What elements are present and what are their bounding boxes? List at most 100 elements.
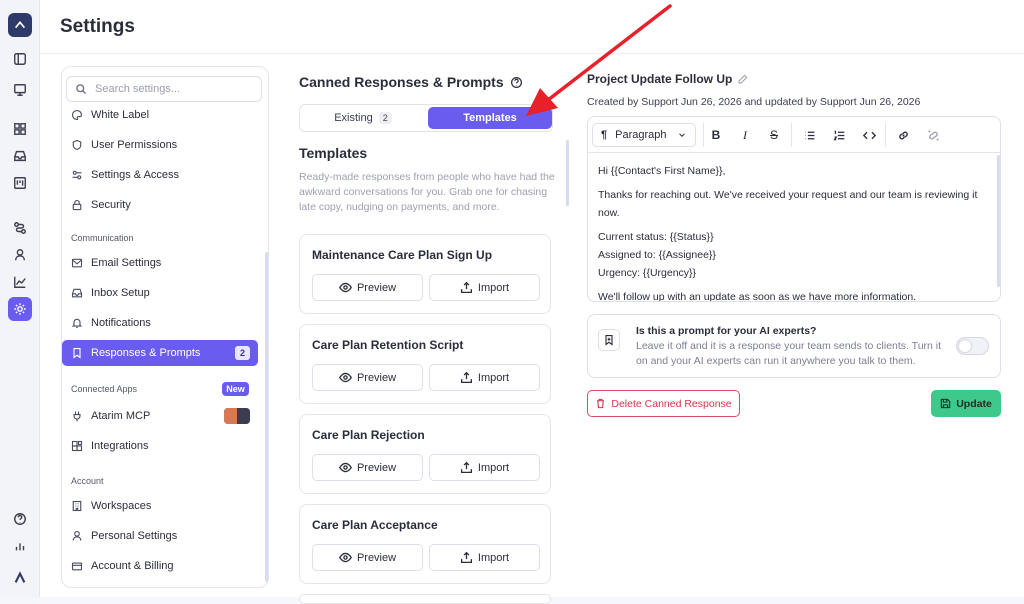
sidebar-item-label: Email Settings xyxy=(91,257,162,269)
delete-canned-response-button[interactable]: Delete Canned Response xyxy=(587,390,740,417)
sidebar-item-workspaces[interactable]: Workspaces xyxy=(62,494,268,518)
upload-icon xyxy=(460,371,472,384)
gear-icon[interactable] xyxy=(8,297,32,321)
preview-button[interactable]: Preview xyxy=(312,274,423,301)
body-greeting: Hi {{Contact's First Name}}, xyxy=(598,165,726,177)
claude-icon xyxy=(224,408,237,424)
toggle-knob xyxy=(959,340,971,352)
sidebar-item-label: Personal Settings xyxy=(91,530,178,542)
tab-existing-label: Existing xyxy=(334,112,373,124)
plug-icon xyxy=(73,411,81,422)
link-button[interactable] xyxy=(895,127,911,143)
route-icon[interactable] xyxy=(8,216,32,240)
preview-button[interactable]: Preview xyxy=(312,454,423,481)
sidebar-item-label: Atarim MCP xyxy=(91,410,151,422)
openai-icon xyxy=(237,408,250,424)
response-title-text: Project Update Follow Up xyxy=(587,72,733,86)
sidebar-item-label: Workspaces xyxy=(91,500,152,512)
app-logo-icon[interactable] xyxy=(8,13,32,37)
preview-label: Preview xyxy=(356,281,397,294)
bell-icon xyxy=(71,318,83,329)
grid-icon[interactable] xyxy=(8,117,32,141)
bullet-list-button[interactable] xyxy=(801,127,817,143)
italic-button[interactable]: I xyxy=(737,127,753,143)
inbox-icon xyxy=(71,288,83,298)
sidebar-item-integrations[interactable]: Integrations xyxy=(62,434,268,458)
puzzle-icon xyxy=(71,440,83,452)
shield-icon xyxy=(72,139,82,151)
numbered-list-icon xyxy=(832,130,844,140)
preview-button[interactable]: Preview xyxy=(312,544,423,571)
canned-responses-heading: Canned Responses & Prompts xyxy=(299,74,523,90)
preview-label: Preview xyxy=(356,461,397,474)
template-card: Care Plan Acceptance Preview Import xyxy=(299,504,551,584)
import-label: Import xyxy=(477,371,510,384)
ai-prompt-toggle[interactable] xyxy=(956,337,989,355)
sidebar-scrollbar[interactable] xyxy=(265,252,268,582)
template-title: Care Plan Rejection xyxy=(312,428,425,442)
import-label: Import xyxy=(477,281,510,294)
tab-existing[interactable]: Existing 2 xyxy=(302,107,424,129)
sidebar-item-label: Settings & Access xyxy=(91,169,180,181)
upload-icon xyxy=(460,281,472,294)
inbox-icon[interactable] xyxy=(8,144,32,168)
settings-sidebar: Search settings... White Label User Perm… xyxy=(61,66,269,588)
chevron-down-icon xyxy=(679,133,685,137)
bar-chart-icon[interactable] xyxy=(8,534,32,558)
preview-label: Preview xyxy=(356,371,397,384)
sidebar-item-settings-access[interactable]: Settings & Access xyxy=(62,163,268,187)
preview-button[interactable]: Preview xyxy=(312,364,423,391)
sidebar-item-account-billing[interactable]: Account & Billing xyxy=(62,554,268,578)
sidebar-item-user-permissions[interactable]: User Permissions xyxy=(62,133,268,157)
icon-rail xyxy=(0,0,40,597)
sidebar-item-responses-prompts[interactable]: Responses & Prompts 2 xyxy=(62,340,258,366)
sidebar-item-label: Inbox Setup xyxy=(91,287,150,299)
editor-content[interactable]: Hi {{Contact's First Name}}, Thanks for … xyxy=(588,153,1000,301)
sidebar-item-personal-settings[interactable]: Personal Settings xyxy=(62,524,268,548)
lock-icon xyxy=(72,199,82,211)
palette-icon xyxy=(71,109,83,121)
tab-templates[interactable]: Templates xyxy=(428,107,552,129)
section-communication: Communication xyxy=(71,233,134,243)
unlink-button[interactable] xyxy=(925,127,941,143)
user-icon[interactable] xyxy=(8,243,32,267)
update-button[interactable]: Update xyxy=(931,390,1001,417)
templates-scrollbar[interactable] xyxy=(566,140,569,206)
editor-toolbar: ¶ Paragraph B I S xyxy=(588,117,1000,153)
sidebar-item-label: Responses & Prompts xyxy=(91,347,201,359)
board-icon[interactable] xyxy=(8,171,32,195)
sidebar-item-notifications[interactable]: Notifications xyxy=(62,311,268,335)
response-editor: ¶ Paragraph B I S Hi {{Contact's First N… xyxy=(587,116,1001,302)
computer-icon[interactable] xyxy=(8,78,32,102)
editor-scrollbar[interactable] xyxy=(997,155,1000,287)
sidebar-item-label: Security xyxy=(91,199,131,211)
chart-icon[interactable] xyxy=(8,270,32,294)
search-settings-input[interactable]: Search settings... xyxy=(66,76,262,102)
code-button[interactable] xyxy=(861,127,877,143)
sidebar-item-white-label[interactable]: White Label xyxy=(62,103,268,127)
import-label: Import xyxy=(477,461,510,474)
template-title: Maintenance Care Plan Sign Up xyxy=(312,248,493,262)
sidebar-item-email-settings[interactable]: Email Settings xyxy=(62,251,268,275)
toolbar-divider xyxy=(703,123,704,147)
import-button[interactable]: Import xyxy=(429,364,540,391)
pencil-icon[interactable] xyxy=(737,74,748,85)
paragraph-select[interactable]: ¶ Paragraph xyxy=(592,123,696,147)
import-button[interactable]: Import xyxy=(429,544,540,571)
brand-icon[interactable] xyxy=(8,566,32,590)
responses-tabs: Existing 2 Templates xyxy=(299,104,553,132)
help-icon[interactable] xyxy=(8,507,32,531)
eye-icon xyxy=(338,372,352,383)
import-button[interactable]: Import xyxy=(429,274,540,301)
sidebar-toggle-icon[interactable] xyxy=(8,47,32,71)
ai-prompt-question: Is this a prompt for your AI experts? xyxy=(636,325,817,337)
bold-button[interactable]: B xyxy=(708,127,724,143)
bookmark-plus-icon xyxy=(598,329,620,351)
help-circle-icon[interactable] xyxy=(510,76,523,89)
sidebar-item-security[interactable]: Security xyxy=(62,193,268,217)
sidebar-item-inbox-setup[interactable]: Inbox Setup xyxy=(62,281,268,305)
update-label: Update xyxy=(956,397,992,410)
import-button[interactable]: Import xyxy=(429,454,540,481)
numbered-list-button[interactable] xyxy=(831,127,847,143)
strikethrough-button[interactable]: S xyxy=(766,127,782,143)
